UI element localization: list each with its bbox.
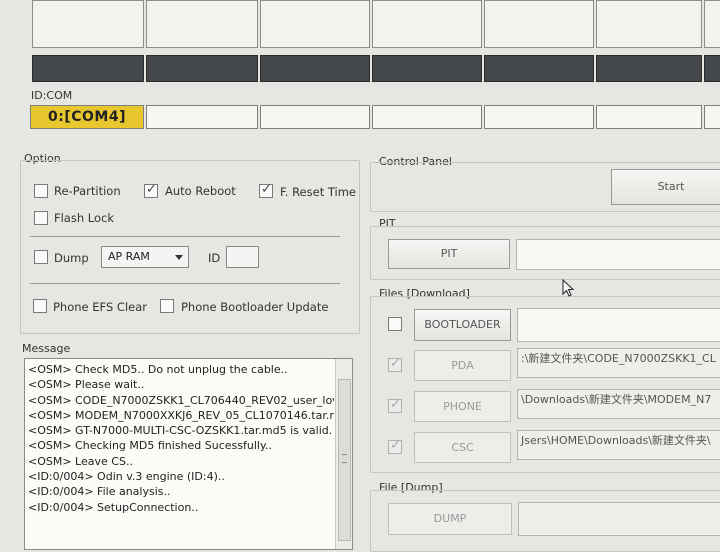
dump-target-select[interactable]: AP RAM [101,246,189,268]
progress-bar [260,55,370,82]
id-label: ID [208,251,221,265]
bootloader-checkbox[interactable] [388,317,402,331]
progress-bar [596,55,702,82]
bootloader-path-field[interactable] [517,308,720,342]
message-title: Message [22,342,71,355]
csc-path-field[interactable]: Jsers\HOME\Downloads\新建文件夹\ [517,430,720,460]
pda-button[interactable]: PDA [414,350,511,381]
bootloader-button[interactable]: BOOTLOADER [414,309,511,341]
phone-efs-clear-label: Phone EFS Clear [53,300,147,314]
flash-lock-label: Flash Lock [54,211,115,225]
phone-bootloader-update-label: Phone Bootloader Update [181,300,329,314]
phone-efs-clear-checkbox[interactable] [33,299,47,313]
com-port-cell [596,105,702,129]
auto-reboot-label: Auto Reboot [165,184,236,198]
message-line: <OSM> Checking MD5 finished Sucessfully.… [28,439,272,453]
phone-checkbox[interactable] [388,397,402,413]
port-status-box [146,0,258,48]
message-line: <OSM> Check MD5.. Do not unplug the cabl… [28,363,288,376]
port-status-box [32,0,144,48]
progress-bar [484,55,594,82]
re-partition-label: Re-Partition [54,184,121,198]
port-status-box [596,0,702,48]
com-port-cell [484,105,594,129]
pda-checkbox[interactable] [388,356,402,372]
message-line: <OSM> MODEM_N7000XXKJ6_REV_05_CL1070146.… [28,408,334,422]
id-input[interactable] [226,246,259,268]
f-reset-time-checkbox[interactable] [259,182,273,198]
phone-button[interactable]: PHONE [414,391,511,422]
message-line: <OSM> GT-N7000-MULTI-CSC-OZSKK1.tar.md5 … [28,424,333,438]
com-port-cell [372,105,482,129]
dump-checkbox[interactable] [34,250,48,264]
progress-bar [704,55,720,82]
flash-lock-checkbox[interactable] [34,211,48,225]
message-line: <ID:0/004> File analysis.. [28,485,171,499]
csc-checkbox[interactable] [388,438,402,454]
progress-bar [372,55,482,82]
mouse-cursor-icon [562,279,575,297]
com-port-cell [146,105,258,129]
phone-bootloader-update-checkbox[interactable] [160,299,174,313]
progress-bar [146,55,258,82]
pit-button[interactable]: PIT [388,239,510,269]
com-port-cell: 0:[COM4] [30,105,144,129]
option-divider [30,236,340,237]
dump-label: Dump [54,251,89,265]
pit-path-field[interactable] [516,239,720,270]
f-reset-time-label: F. Reset Time [280,185,357,199]
port-status-box [704,0,720,48]
grip-icon [342,454,347,463]
option-divider [30,283,340,284]
port-status-box [260,0,370,48]
message-line: <OSM> Leave CS.. [28,454,133,468]
csc-button[interactable]: CSC [414,432,511,463]
message-line: <ID:0/004> SetupConnection.. [28,500,199,514]
com-port-cell [260,105,370,129]
idcom-label: ID:COM [31,89,73,102]
chevron-down-icon [175,255,183,260]
message-lines: <OSM> Check MD5.. Do not unplug the cabl… [28,362,334,515]
phone-path-field[interactable]: \Downloads\新建文件夹\MODEM_N7 [517,389,720,419]
port-status-box [372,0,482,48]
dump-target-value: AP RAM [108,250,150,263]
re-partition-checkbox[interactable] [34,184,48,198]
dump-button[interactable]: DUMP [388,503,512,535]
progress-bar [32,55,144,82]
message-line: <ID:0/004> Odin v.3 engine (ID:4).. [28,470,225,484]
start-button[interactable]: Start [611,169,720,205]
dump-path-field[interactable] [518,502,720,536]
port-status-box [484,0,594,48]
message-line: <OSM> CODE_N7000ZSKK1_CL706440_REV02_use… [28,393,334,407]
message-log[interactable]: <OSM> Check MD5.. Do not unplug the cabl… [24,358,353,550]
scroll-thumb[interactable] [338,379,351,541]
com-port-cell [704,105,720,129]
message-line: <OSM> Please wait.. [28,378,145,392]
auto-reboot-checkbox[interactable] [144,182,158,198]
pda-path-field[interactable]: :\新建文件夹\CODE_N7000ZSKK1_CL [517,348,720,378]
message-scrollbar[interactable] [335,359,352,549]
